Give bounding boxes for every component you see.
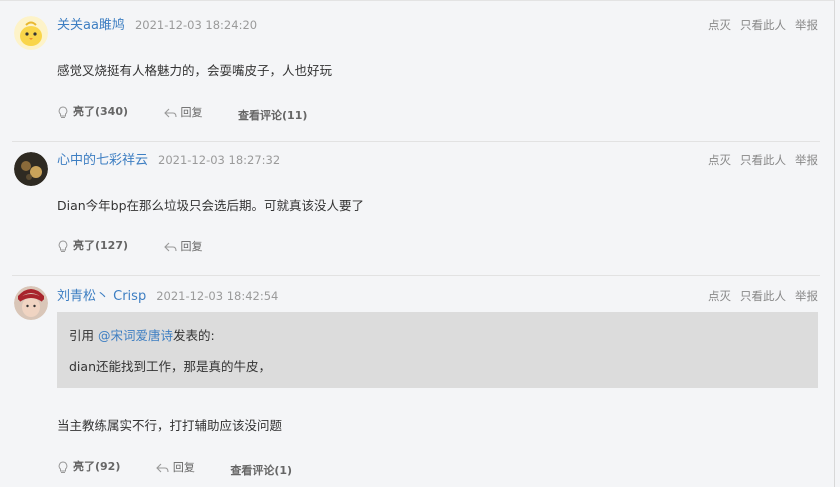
reply-label: 回复 bbox=[180, 105, 203, 119]
like-count: (127) bbox=[95, 239, 129, 252]
quote-header: 引用 @宋词爱唐诗发表的: bbox=[69, 325, 215, 344]
comment-header: 关关aa雎鸠 2021-12-03 18:24:20 bbox=[57, 17, 257, 33]
view-comments-label: 查看评论 bbox=[230, 463, 275, 477]
like-button[interactable]: 亮了 (127) bbox=[57, 238, 128, 254]
comment-actions: 亮了 (92) 回复 查看评论 (1) bbox=[57, 459, 324, 477]
quote-suffix: 发表的: bbox=[173, 328, 215, 343]
like-count: (340) bbox=[95, 105, 129, 118]
comment-ops: 点灭 只看此人 举报 bbox=[699, 17, 818, 33]
comment-content: 当主教练属实不行，打打辅助应该没问题 bbox=[57, 418, 283, 433]
lightbulb-icon bbox=[58, 239, 68, 252]
like-label: 亮了 bbox=[73, 460, 95, 473]
only-this-user-button[interactable]: 只看此人 bbox=[740, 153, 786, 167]
report-button[interactable]: 举报 bbox=[795, 18, 818, 32]
comment-content: 感觉叉烧挺有人格魅力的，会耍嘴皮子，人也好玩 bbox=[57, 63, 333, 78]
like-label: 亮了 bbox=[73, 239, 95, 252]
comment-ops: 点灭 只看此人 举报 bbox=[699, 288, 818, 304]
report-button[interactable]: 举报 bbox=[795, 289, 818, 303]
timestamp: 2021-12-03 18:27:32 bbox=[158, 153, 281, 167]
username[interactable]: 心中的七彩祥云 bbox=[57, 153, 148, 168]
reply-button[interactable]: 回复 bbox=[163, 239, 203, 255]
dislike-button[interactable]: 点灭 bbox=[708, 18, 731, 32]
timestamp: 2021-12-03 18:42:54 bbox=[156, 289, 279, 303]
like-button[interactable]: 亮了 (92) bbox=[57, 459, 120, 475]
comment-content: Dian今年bp在那么垃圾只会选后期。可就真该没人要了 bbox=[57, 198, 365, 213]
avatar[interactable] bbox=[14, 16, 48, 50]
comment-count: (1) bbox=[274, 463, 293, 477]
divider bbox=[12, 141, 820, 142]
like-button[interactable]: 亮了 (340) bbox=[57, 104, 128, 120]
username[interactable]: 刘青松丶 Crisp bbox=[57, 289, 146, 304]
reply-button[interactable]: 回复 bbox=[163, 105, 203, 121]
view-comments-button[interactable]: 查看评论 (11) bbox=[238, 108, 307, 124]
comment-count: (11) bbox=[282, 108, 308, 122]
comment-actions: 亮了 (127) 回复 bbox=[57, 238, 235, 254]
only-this-user-button[interactable]: 只看此人 bbox=[740, 289, 786, 303]
reply-label: 回复 bbox=[180, 239, 203, 253]
reply-icon bbox=[163, 242, 177, 251]
comment-ops: 点灭 只看此人 举报 bbox=[699, 152, 818, 168]
like-label: 亮了 bbox=[73, 105, 95, 118]
lightbulb-icon bbox=[58, 105, 68, 118]
comment-actions: 亮了 (340) 回复 查看评论 (11) bbox=[57, 104, 339, 122]
like-count: (92) bbox=[95, 460, 121, 473]
quote-prefix: 引用 bbox=[69, 328, 98, 343]
quote-text: dian还能找到工作，那是真的牛皮， bbox=[69, 359, 271, 374]
comment-header: 刘青松丶 Crisp 2021-12-03 18:42:54 bbox=[57, 288, 278, 304]
timestamp: 2021-12-03 18:24:20 bbox=[134, 18, 258, 32]
comment-list: 关关aa雎鸠 2021-12-03 18:24:20 点灭 只看此人 举报 感觉叉烧挺… bbox=[0, 0, 835, 487]
reply-icon bbox=[163, 108, 177, 117]
quoted-comment: 引用 @宋词爱唐诗发表的: dian还能找到工作，那是真的牛皮， bbox=[57, 312, 818, 388]
report-button[interactable]: 举报 bbox=[795, 153, 818, 167]
divider bbox=[12, 275, 820, 276]
reply-label: 回复 bbox=[172, 460, 195, 474]
lightbulb-icon bbox=[58, 460, 68, 473]
quote-mention-link[interactable]: @宋词爱唐诗 bbox=[98, 328, 173, 343]
username[interactable]: 关关aa雎鸠 bbox=[57, 18, 125, 33]
avatar[interactable] bbox=[14, 286, 48, 320]
dislike-button[interactable]: 点灭 bbox=[708, 289, 731, 303]
reply-button[interactable]: 回复 bbox=[156, 460, 195, 476]
view-comments-label: 查看评论 bbox=[238, 108, 283, 122]
only-this-user-button[interactable]: 只看此人 bbox=[740, 18, 786, 32]
comment-header: 心中的七彩祥云 2021-12-03 18:27:32 bbox=[57, 152, 280, 168]
avatar[interactable] bbox=[14, 152, 48, 186]
reply-icon bbox=[156, 463, 169, 472]
dislike-button[interactable]: 点灭 bbox=[708, 153, 731, 167]
view-comments-button[interactable]: 查看评论 (1) bbox=[230, 463, 292, 479]
